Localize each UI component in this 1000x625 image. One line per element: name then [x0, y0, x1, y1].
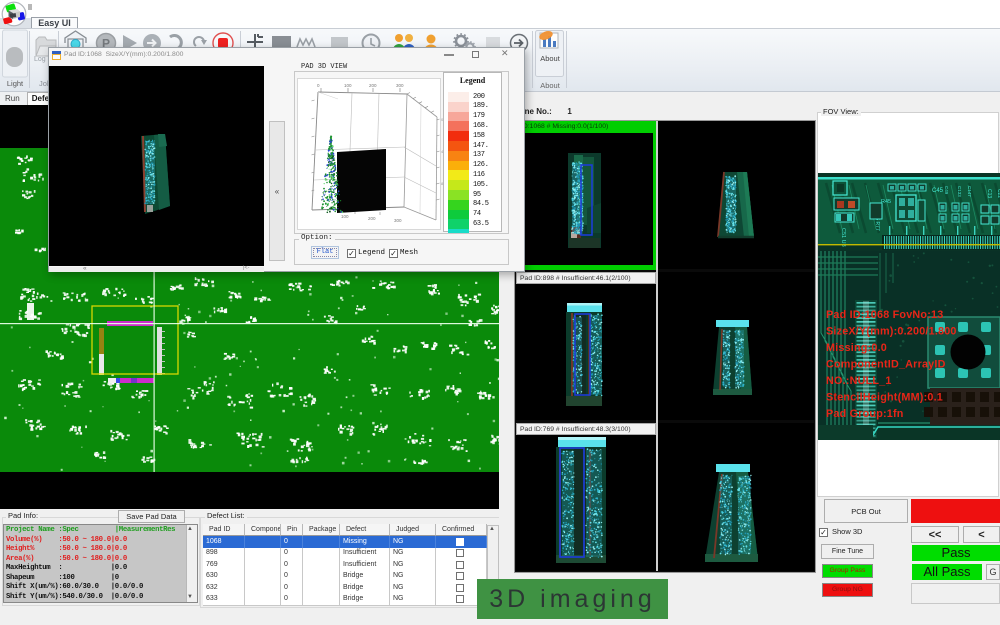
- svg-text:ComponentID_ArrayID: ComponentID_ArrayID: [826, 359, 946, 371]
- svg-text:C133: C133: [957, 186, 962, 197]
- svg-text:Missing:0.0: Missing:0.0: [826, 342, 887, 354]
- svg-text:Pad ID:1068 FovNo:13: Pad ID:1068 FovNo:13: [826, 309, 943, 321]
- svg-text:C45: C45: [932, 188, 944, 194]
- svg-text:NO.:NULL_1: NO.:NULL_1: [826, 375, 892, 387]
- svg-text:C49: C49: [944, 186, 949, 195]
- svg-text:C51 U3: C51 U3: [840, 228, 846, 247]
- svg-text:Pad Group:1fn: Pad Group:1fn: [826, 408, 904, 420]
- svg-text:C13: C13: [986, 189, 992, 198]
- svg-text:StencilHeight(MM):0.1: StencilHeight(MM):0.1: [826, 392, 943, 404]
- svg-text:SizeX/Y(mm):0.200/1.800: SizeX/Y(mm):0.200/1.800: [826, 326, 957, 338]
- svg-text:C22: C22: [996, 189, 1000, 198]
- svg-text:C147: C147: [967, 186, 972, 197]
- svg-text:R45: R45: [881, 199, 891, 205]
